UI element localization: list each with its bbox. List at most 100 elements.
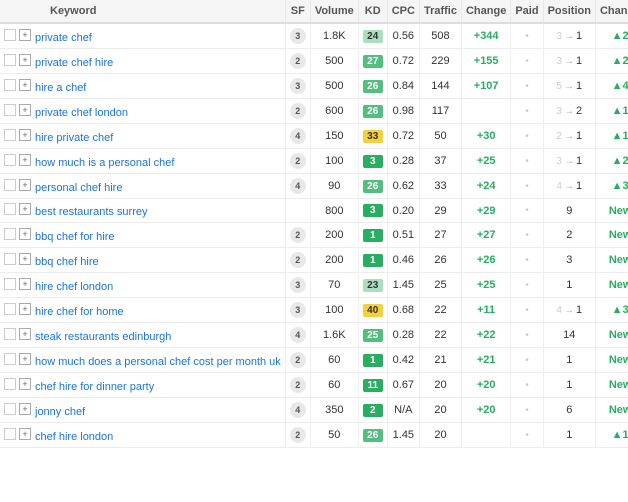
traffic-cell: 22 <box>419 323 461 348</box>
add-keyword-button[interactable]: + <box>19 154 31 166</box>
keyword-link[interactable]: chef hire london <box>35 431 113 443</box>
col-cpc[interactable]: CPC <box>387 0 419 23</box>
kd-badge: 1 <box>363 254 383 267</box>
row-checkbox[interactable] <box>4 378 16 390</box>
row-checkbox[interactable] <box>4 228 16 240</box>
row-checkbox[interactable] <box>4 428 16 440</box>
row-checkbox[interactable] <box>4 104 16 116</box>
kd-badge: 2 <box>363 404 383 417</box>
keyword-link[interactable]: best restaurants surrey <box>35 206 148 218</box>
paid-cell: • <box>511 398 543 423</box>
keyword-link[interactable]: hire a chef <box>35 82 86 94</box>
volume-cell: 200 <box>310 223 358 248</box>
sf-cell: 3 <box>285 23 310 49</box>
row-checkbox[interactable] <box>4 179 16 191</box>
add-keyword-button[interactable]: + <box>19 228 31 240</box>
row-checkbox[interactable] <box>4 253 16 265</box>
keyword-link[interactable]: steak restaurants edinburgh <box>35 331 171 343</box>
col-change-traffic[interactable]: Change <box>461 0 510 23</box>
position-cell: 1 <box>543 423 595 448</box>
col-kd[interactable]: KD <box>358 0 387 23</box>
keyword-link[interactable]: private chef hire <box>35 57 113 69</box>
row-checkbox[interactable] <box>4 353 16 365</box>
add-keyword-button[interactable]: + <box>19 403 31 415</box>
traffic-cell: 144 <box>419 74 461 99</box>
keyword-cell: + hire chef london <box>0 273 285 298</box>
keyword-link[interactable]: bbq chef hire <box>35 256 99 268</box>
paid-cell: • <box>511 298 543 323</box>
row-checkbox[interactable] <box>4 154 16 166</box>
keyword-link[interactable]: private chef london <box>35 107 128 119</box>
col-position[interactable]: Position <box>543 0 595 23</box>
add-keyword-button[interactable]: + <box>19 303 31 315</box>
sf-cell: 3 <box>285 74 310 99</box>
col-paid[interactable]: Paid <box>511 0 543 23</box>
sf-badge: 2 <box>290 103 306 119</box>
add-keyword-button[interactable]: + <box>19 179 31 191</box>
cpc-cell: 1.45 <box>387 273 419 298</box>
pos-arrow-icon: → <box>564 305 574 316</box>
paid-cell: • <box>511 273 543 298</box>
row-checkbox[interactable] <box>4 203 16 215</box>
add-keyword-button[interactable]: + <box>19 253 31 265</box>
row-checkbox[interactable] <box>4 303 16 315</box>
add-keyword-button[interactable]: + <box>19 353 31 365</box>
add-keyword-button[interactable]: + <box>19 29 31 41</box>
traffic-cell: 508 <box>419 23 461 49</box>
add-keyword-button[interactable]: + <box>19 79 31 91</box>
row-checkbox[interactable] <box>4 129 16 141</box>
keyword-link[interactable]: hire chef for home <box>35 306 124 318</box>
col-volume[interactable]: Volume <box>310 0 358 23</box>
position-change-cell: ▲2 <box>595 49 628 74</box>
traffic-change-cell: +107 <box>461 74 510 99</box>
add-keyword-button[interactable]: + <box>19 203 31 215</box>
position-cell: 1 <box>543 373 595 398</box>
position-cell: 3 → 1 <box>543 23 595 49</box>
paid-cell: • <box>511 348 543 373</box>
col-keyword[interactable]: Keyword <box>0 0 285 23</box>
position-cell: 4 → 1 <box>543 298 595 323</box>
keyword-link[interactable]: chef hire for dinner party <box>35 381 154 393</box>
paid-cell: • <box>511 149 543 174</box>
row-checkbox[interactable] <box>4 328 16 340</box>
keyword-link[interactable]: jonny chef <box>35 406 85 418</box>
position-cell: 2 → 1 <box>543 124 595 149</box>
keyword-link[interactable]: how much is a personal chef <box>35 157 174 169</box>
col-traffic[interactable]: Traffic <box>419 0 461 23</box>
keyword-link[interactable]: bbq chef for hire <box>35 231 115 243</box>
row-checkbox[interactable] <box>4 54 16 66</box>
row-checkbox[interactable] <box>4 278 16 290</box>
kd-cell: 24 <box>358 23 387 49</box>
col-sf[interactable]: SF <box>285 0 310 23</box>
kd-cell: 23 <box>358 273 387 298</box>
add-keyword-button[interactable]: + <box>19 104 31 116</box>
sf-badge: 2 <box>290 427 306 443</box>
sf-cell: 4 <box>285 124 310 149</box>
position-change-cell: New <box>595 348 628 373</box>
col-change-pos[interactable]: Change <box>595 0 628 23</box>
traffic-change-cell: +25 <box>461 273 510 298</box>
keyword-link[interactable]: hire private chef <box>35 132 113 144</box>
add-keyword-button[interactable]: + <box>19 428 31 440</box>
keyword-link[interactable]: how much does a personal chef cost per m… <box>35 356 281 368</box>
kd-badge: 33 <box>363 130 383 143</box>
keyword-cell: + best restaurants surrey <box>0 199 285 223</box>
keyword-link[interactable]: private chef <box>35 32 92 44</box>
paid-cell: • <box>511 323 543 348</box>
keyword-link[interactable]: personal chef hire <box>35 182 122 194</box>
row-checkbox[interactable] <box>4 403 16 415</box>
add-keyword-button[interactable]: + <box>19 129 31 141</box>
keyword-link[interactable]: hire chef london <box>35 281 113 293</box>
sf-badge: 3 <box>290 28 306 44</box>
add-keyword-button[interactable]: + <box>19 54 31 66</box>
add-keyword-button[interactable]: + <box>19 378 31 390</box>
pos-arrow-icon: → <box>564 81 574 92</box>
position-cell: 6 <box>543 398 595 423</box>
table-row: +best restaurants surrey80030.2029+29•9N… <box>0 199 628 223</box>
keyword-cell: + hire private chef <box>0 124 285 149</box>
row-checkbox[interactable] <box>4 29 16 41</box>
position-change-cell: ▲4 <box>595 74 628 99</box>
add-keyword-button[interactable]: + <box>19 328 31 340</box>
add-keyword-button[interactable]: + <box>19 278 31 290</box>
row-checkbox[interactable] <box>4 79 16 91</box>
